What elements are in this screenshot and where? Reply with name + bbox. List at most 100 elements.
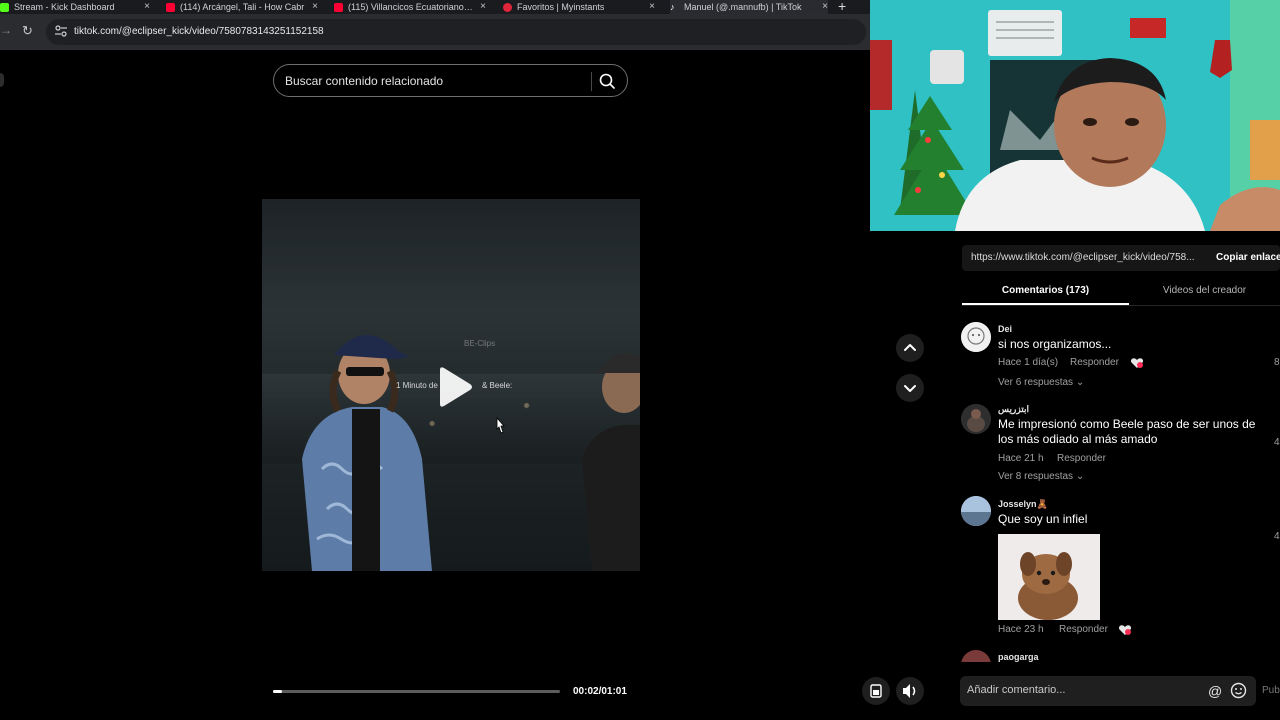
browser-tab-youtube-2[interactable]: (115) Villancicos Ecuatorianos M × xyxy=(334,0,486,14)
heart-icon[interactable] xyxy=(1130,357,1144,369)
avatar-image xyxy=(961,496,991,526)
tab-comments[interactable]: Comentarios (173) xyxy=(962,285,1129,296)
related-search-bar[interactable]: Buscar contenido relacionado xyxy=(273,64,628,97)
view-replies-button[interactable]: Ver 8 respuestas ⌄ xyxy=(998,471,1084,482)
comment-username[interactable]: Josselyn🧸 xyxy=(998,499,1048,510)
video-progress-fill xyxy=(273,690,282,693)
captions-button[interactable] xyxy=(862,677,890,705)
url-text: tiktok.com/@eclipser_kick/video/75807831… xyxy=(74,26,324,37)
tabs-divider xyxy=(962,305,1280,306)
avatar[interactable] xyxy=(961,650,991,662)
previous-video-button[interactable] xyxy=(896,334,924,362)
comment-text: Me impresionó como Beele paso de ser uno… xyxy=(998,417,1256,446)
comment-username[interactable]: ابتزريس xyxy=(998,404,1029,415)
volume-icon xyxy=(903,684,916,698)
captions-icon xyxy=(870,684,882,698)
comment-like-count: 8 xyxy=(1274,357,1280,368)
browser-tab-strip: Stream - Kick Dashboard × (114) Arcángel… xyxy=(0,0,870,14)
avatar-image xyxy=(961,322,991,352)
comment-input[interactable]: Añadir comentario... @ xyxy=(960,676,1256,706)
tiktok-favicon-icon: ♪ xyxy=(670,1,675,12)
tab-title: Favoritos | Myinstants xyxy=(517,2,605,12)
mouse-cursor-icon xyxy=(496,417,505,434)
video-player: Buscar contenido relacionado BE-Clips 1 … xyxy=(262,50,640,720)
comments-list: Dei si nos organizamos... Hace 1 día(s) … xyxy=(960,318,1280,662)
tab-title: (114) Arcángel, Tali - How Cabr xyxy=(180,2,305,12)
copy-link-button[interactable]: Copiar enlace xyxy=(1216,252,1280,263)
site-settings-icon[interactable] xyxy=(54,24,68,38)
chevron-up-icon xyxy=(904,344,916,351)
play-icon[interactable] xyxy=(434,366,474,408)
view-replies-label: Ver 6 respuestas xyxy=(998,377,1074,388)
volume-button[interactable] xyxy=(896,677,924,705)
emoji-icon[interactable] xyxy=(1230,682,1247,699)
tab-title: Manuel (@.mannufb) | TikTok xyxy=(684,2,802,12)
tab-close-icon[interactable]: × xyxy=(480,1,486,12)
reply-button[interactable]: Responder xyxy=(1059,624,1108,635)
webcam-overlay xyxy=(870,0,1280,231)
next-video-button[interactable] xyxy=(896,374,924,402)
reply-button[interactable]: Responder xyxy=(1057,453,1106,464)
tab-close-icon[interactable]: × xyxy=(822,1,828,12)
browser-tab-youtube-1[interactable]: (114) Arcángel, Tali - How Cabr × xyxy=(166,0,318,14)
chevron-down-icon: ⌄ xyxy=(1075,471,1085,482)
browser-tab-tiktok[interactable]: ♪ Manuel (@.mannufb) | TikTok × xyxy=(670,0,828,14)
youtube-favicon-icon xyxy=(334,2,343,12)
comment-like-count: 4 xyxy=(1274,437,1280,448)
comment-time: Hace 21 h xyxy=(998,453,1044,464)
comment-sticker-image[interactable] xyxy=(998,534,1100,620)
tab-close-icon[interactable]: × xyxy=(649,1,655,12)
search-icon[interactable] xyxy=(596,71,618,91)
sidebar-handle[interactable] xyxy=(0,73,4,87)
video-progress-bar[interactable] xyxy=(273,690,560,693)
tab-title: (115) Villancicos Ecuatorianos M xyxy=(348,2,476,12)
comment-like-count: 4 xyxy=(1274,531,1280,542)
search-input[interactable]: Buscar contenido relacionado xyxy=(285,74,443,88)
comment-username[interactable]: paogarga xyxy=(998,652,1039,662)
video-watermark: BE-Clips xyxy=(464,339,496,348)
tiktok-page: Buscar contenido relacionado BE-Clips 1 … xyxy=(0,50,870,720)
myinstants-favicon-icon xyxy=(503,2,512,12)
forward-arrow-icon[interactable]: → xyxy=(0,23,12,37)
chevron-down-icon: ⌄ xyxy=(1075,377,1085,388)
heart-icon[interactable] xyxy=(1118,624,1132,636)
post-comment-button[interactable]: Publicar xyxy=(1262,685,1280,696)
comment-time: Hace 23 h xyxy=(998,624,1044,635)
comment-input-placeholder: Añadir comentario... xyxy=(967,684,1066,696)
video-caption-left: 1 Minuto de xyxy=(396,381,438,390)
comment-time: Hace 1 día(s) xyxy=(998,357,1059,368)
tab-creator-videos[interactable]: Videos del creador xyxy=(1129,285,1280,296)
mention-icon[interactable]: @ xyxy=(1208,683,1222,699)
person-in-denim-jacket xyxy=(302,334,432,571)
comments-tabs: Comentarios (173) Videos del creador xyxy=(962,280,1280,306)
browser-tab-myinstants[interactable]: Favoritos | Myinstants × xyxy=(503,0,655,14)
youtube-favicon-icon xyxy=(166,2,175,12)
video-link-url[interactable]: https://www.tiktok.com/@eclipser_kick/vi… xyxy=(971,252,1195,263)
view-replies-button[interactable]: Ver 6 respuestas ⌄ xyxy=(998,377,1084,388)
person-in-cap xyxy=(582,352,640,571)
video-caption-right: & Beele: xyxy=(482,381,513,390)
new-tab-button[interactable]: + xyxy=(838,0,846,14)
avatar[interactable] xyxy=(961,496,991,526)
tab-close-icon[interactable]: × xyxy=(144,1,150,12)
share-link-bar: https://www.tiktok.com/@eclipser_kick/vi… xyxy=(962,245,1280,271)
avatar-image xyxy=(961,404,991,434)
reply-button[interactable]: Responder xyxy=(1070,357,1119,368)
address-bar: → ↻ tiktok.com/@eclipser_kick/video/7580… xyxy=(0,14,870,50)
browser-tab-kick[interactable]: Stream - Kick Dashboard × xyxy=(0,0,150,14)
chevron-down-icon xyxy=(904,385,916,392)
video-time: 00:02/01:01 xyxy=(573,686,627,697)
comment-username[interactable]: Dei xyxy=(998,324,1012,334)
avatar[interactable] xyxy=(961,322,991,352)
url-field[interactable]: tiktok.com/@eclipser_kick/video/75807831… xyxy=(46,19,866,45)
reload-icon[interactable]: ↻ xyxy=(22,23,33,39)
view-replies-label: Ver 8 respuestas xyxy=(998,471,1074,482)
comment-text: si nos organizamos... xyxy=(998,337,1112,351)
video-frame[interactable]: BE-Clips 1 Minuto de & Beele: xyxy=(262,199,640,571)
comment-composer: Añadir comentario... @ Publicar xyxy=(960,676,1280,706)
avatar[interactable] xyxy=(961,404,991,434)
kick-favicon-icon xyxy=(0,2,9,12)
comment-text: Que soy un infiel xyxy=(998,512,1088,526)
tab-close-icon[interactable]: × xyxy=(312,1,318,12)
streamer-webcam-image xyxy=(870,0,1280,231)
